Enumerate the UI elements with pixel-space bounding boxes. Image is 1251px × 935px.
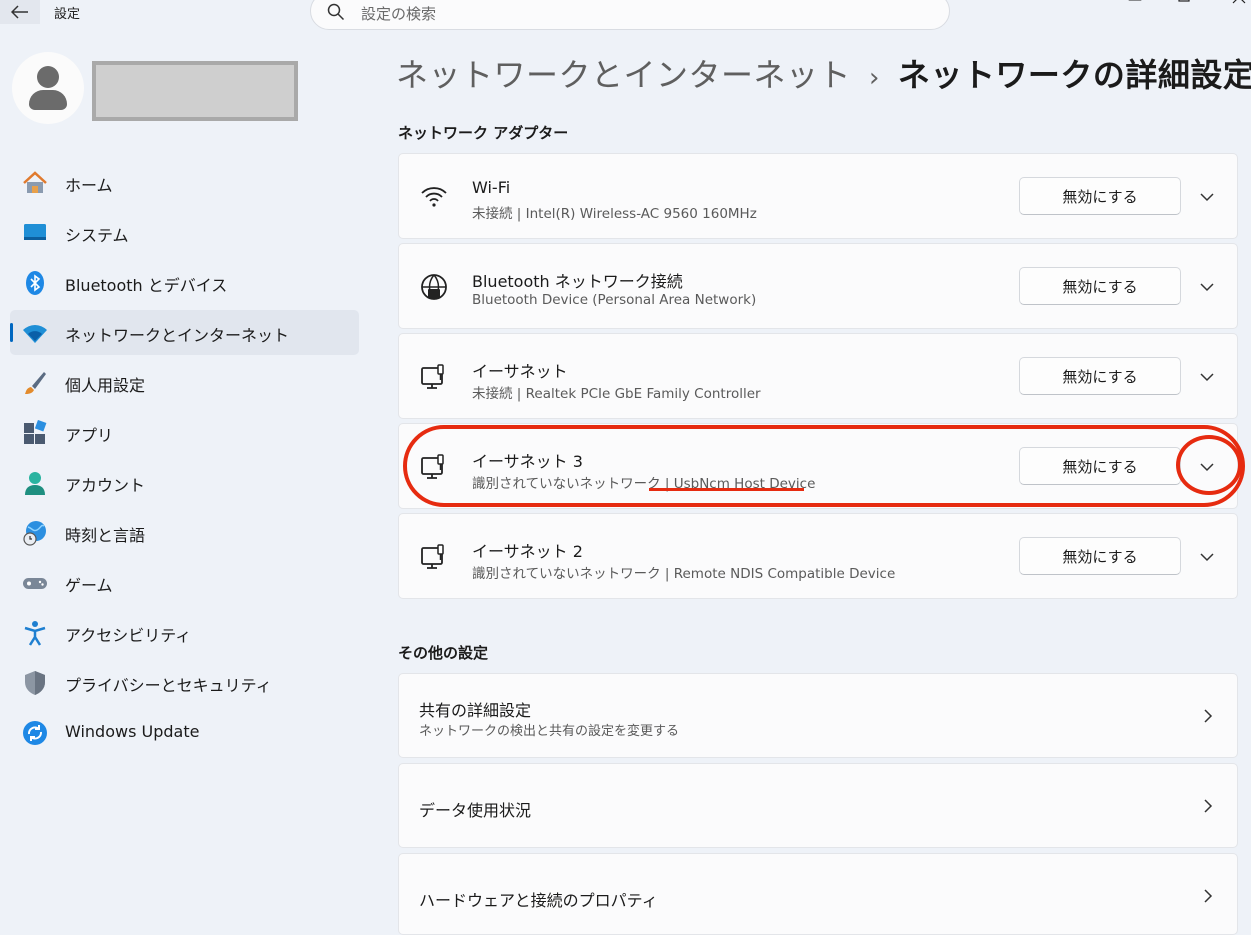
accessibility-icon — [24, 621, 46, 646]
sidebar-item-windows-update[interactable]: Windows Update — [10, 710, 359, 755]
gamepad-icon — [23, 578, 47, 589]
sidebar-item-label: Bluetooth とデバイス — [65, 276, 228, 295]
close-button[interactable] — [1232, 0, 1246, 8]
section-title-adapters: ネットワーク アダプター — [398, 124, 569, 142]
system-icon — [24, 224, 46, 240]
sidebar-item-label: アカウント — [65, 476, 146, 495]
adapter-detail: Bluetooth Device (Personal Area Network) — [472, 292, 757, 308]
maximize-button[interactable] — [1178, 0, 1190, 8]
row-subtitle: ネットワークの検出と共有の設定を変更する — [419, 724, 680, 739]
home-icon — [23, 171, 47, 193]
chevron-down-icon[interactable] — [1197, 547, 1217, 567]
close-icon — [1232, 0, 1246, 4]
sidebar-item-system[interactable]: システム — [10, 210, 359, 255]
disable-button[interactable]: 無効にする — [1019, 357, 1181, 395]
adapter-card-wifi: Wi-Fi 未接続 | Intel(R) Wireless-AC 9560 16… — [398, 153, 1238, 239]
disable-button[interactable]: 無効にする — [1019, 177, 1181, 215]
chevron-down-icon[interactable] — [1197, 367, 1217, 387]
adapter-name: Wi-Fi — [472, 178, 511, 197]
sidebar-item-apps[interactable]: アプリ — [10, 410, 359, 455]
adapter-name: イーサネット — [472, 362, 568, 381]
update-icon — [23, 721, 47, 745]
highlight-circle-annotation — [1176, 435, 1242, 495]
avatar-head — [37, 66, 59, 88]
ethernet-icon — [421, 544, 444, 569]
sidebar-nav: ホーム システム Bluetooth とデバイス ネットワークとインターネット … — [10, 160, 359, 760]
avatar-body — [29, 90, 67, 110]
chevron-right-icon — [1204, 799, 1213, 813]
adapter-detail: 未接続 | Realtek PCIe GbE Family Controller — [472, 386, 761, 402]
breadcrumb-parent-link[interactable]: ネットワークとインターネット — [396, 56, 851, 94]
sidebar-item-home[interactable]: ホーム — [10, 160, 359, 205]
chevron-right-icon — [1204, 889, 1213, 903]
maximize-icon — [1178, 0, 1190, 2]
row-advanced-sharing[interactable]: 共有の詳細設定 ネットワークの検出と共有の設定を変更する — [398, 673, 1238, 758]
adapter-detail: 識別されていないネットワーク | Remote NDIS Compatible … — [472, 566, 896, 582]
adapter-card-ethernet-2: イーサネット 2 識別されていないネットワーク | Remote NDIS Co… — [398, 513, 1238, 599]
highlight-ellipse-annotation — [403, 425, 1245, 507]
breadcrumb: ネットワークとインターネット › ネットワークの詳細設定 — [396, 50, 1251, 96]
sidebar-item-label: 時刻と言語 — [65, 526, 146, 545]
row-hardware-properties[interactable]: ハードウェアと接続のプロパティ — [398, 853, 1238, 935]
sidebar-item-accessibility[interactable]: アクセシビリティ — [10, 610, 359, 655]
wifi-icon — [23, 325, 47, 343]
sidebar-item-label: Windows Update — [65, 722, 200, 741]
highlight-underline-annotation — [649, 488, 804, 491]
sidebar-item-personalization[interactable]: 個人用設定 — [10, 360, 359, 405]
section-title-other-settings: その他の設定 — [398, 644, 489, 662]
row-title: データ使用状況 — [419, 801, 532, 820]
brush-icon — [25, 372, 46, 394]
avatar[interactable] — [12, 52, 84, 124]
sidebar-item-label: アクセシビリティ — [65, 626, 192, 645]
sidebar-item-privacy[interactable]: プライバシーとセキュリティ — [10, 660, 359, 705]
adapter-detail: 未接続 | Intel(R) Wireless-AC 9560 160MHz — [472, 206, 757, 222]
sidebar-item-accounts[interactable]: アカウント — [10, 460, 359, 505]
chevron-down-icon[interactable] — [1197, 187, 1217, 207]
disable-button[interactable]: 無効にする — [1019, 537, 1181, 575]
sidebar-item-network[interactable]: ネットワークとインターネット — [10, 310, 359, 355]
row-data-usage[interactable]: データ使用状況 — [398, 763, 1238, 848]
wifi-icon — [421, 187, 447, 207]
minimize-button[interactable]: — — [1128, 0, 1142, 8]
user-name-redacted — [92, 61, 298, 121]
disable-button[interactable]: 無効にする — [1019, 267, 1181, 305]
row-title: 共有の詳細設定 — [419, 701, 532, 720]
sidebar-item-time-language[interactable]: 時刻と言語 — [10, 510, 359, 555]
sidebar-item-label: アプリ — [65, 426, 114, 445]
sidebar-item-gaming[interactable]: ゲーム — [10, 560, 359, 605]
breadcrumb-separator: › — [869, 63, 880, 93]
sidebar-item-label: ホーム — [65, 176, 113, 195]
adapter-name: Bluetooth ネットワーク接続 — [472, 272, 683, 291]
search-input[interactable]: 設定の検索 — [361, 3, 436, 24]
adapter-card-bluetooth: Bluetooth ネットワーク接続 Bluetooth Device (Per… — [398, 243, 1238, 329]
shield-icon — [25, 671, 45, 695]
globe-clock-icon — [23, 521, 46, 546]
apps-icon — [24, 420, 47, 444]
ethernet-icon — [421, 364, 444, 389]
sidebar-item-label: ネットワークとインターネット — [65, 326, 290, 345]
row-title: ハードウェアと接続のプロパティ — [419, 891, 658, 910]
adapter-card-ethernet: イーサネット 未接続 | Realtek PCIe GbE Family Con… — [398, 333, 1238, 419]
back-button[interactable] — [0, 0, 40, 24]
bluetooth-network-icon — [421, 274, 447, 300]
sidebar-item-label: システム — [65, 226, 129, 245]
back-arrow-icon — [11, 5, 28, 19]
bluetooth-icon — [26, 271, 44, 295]
sidebar-item-label: ゲーム — [65, 576, 113, 595]
account-icon — [25, 472, 45, 495]
adapter-name: イーサネット 2 — [472, 542, 583, 561]
page-title: ネットワークの詳細設定 — [897, 56, 1251, 94]
sidebar-item-label: プライバシーとセキュリティ — [65, 676, 272, 695]
app-title: 設定 — [54, 7, 81, 22]
chevron-right-icon — [1204, 709, 1213, 723]
sidebar-item-bluetooth[interactable]: Bluetooth とデバイス — [10, 260, 359, 305]
sidebar-item-label: 個人用設定 — [65, 376, 146, 395]
search-icon — [327, 3, 345, 21]
search-box[interactable]: 設定の検索 — [310, 0, 950, 30]
chevron-down-icon[interactable] — [1197, 277, 1217, 297]
